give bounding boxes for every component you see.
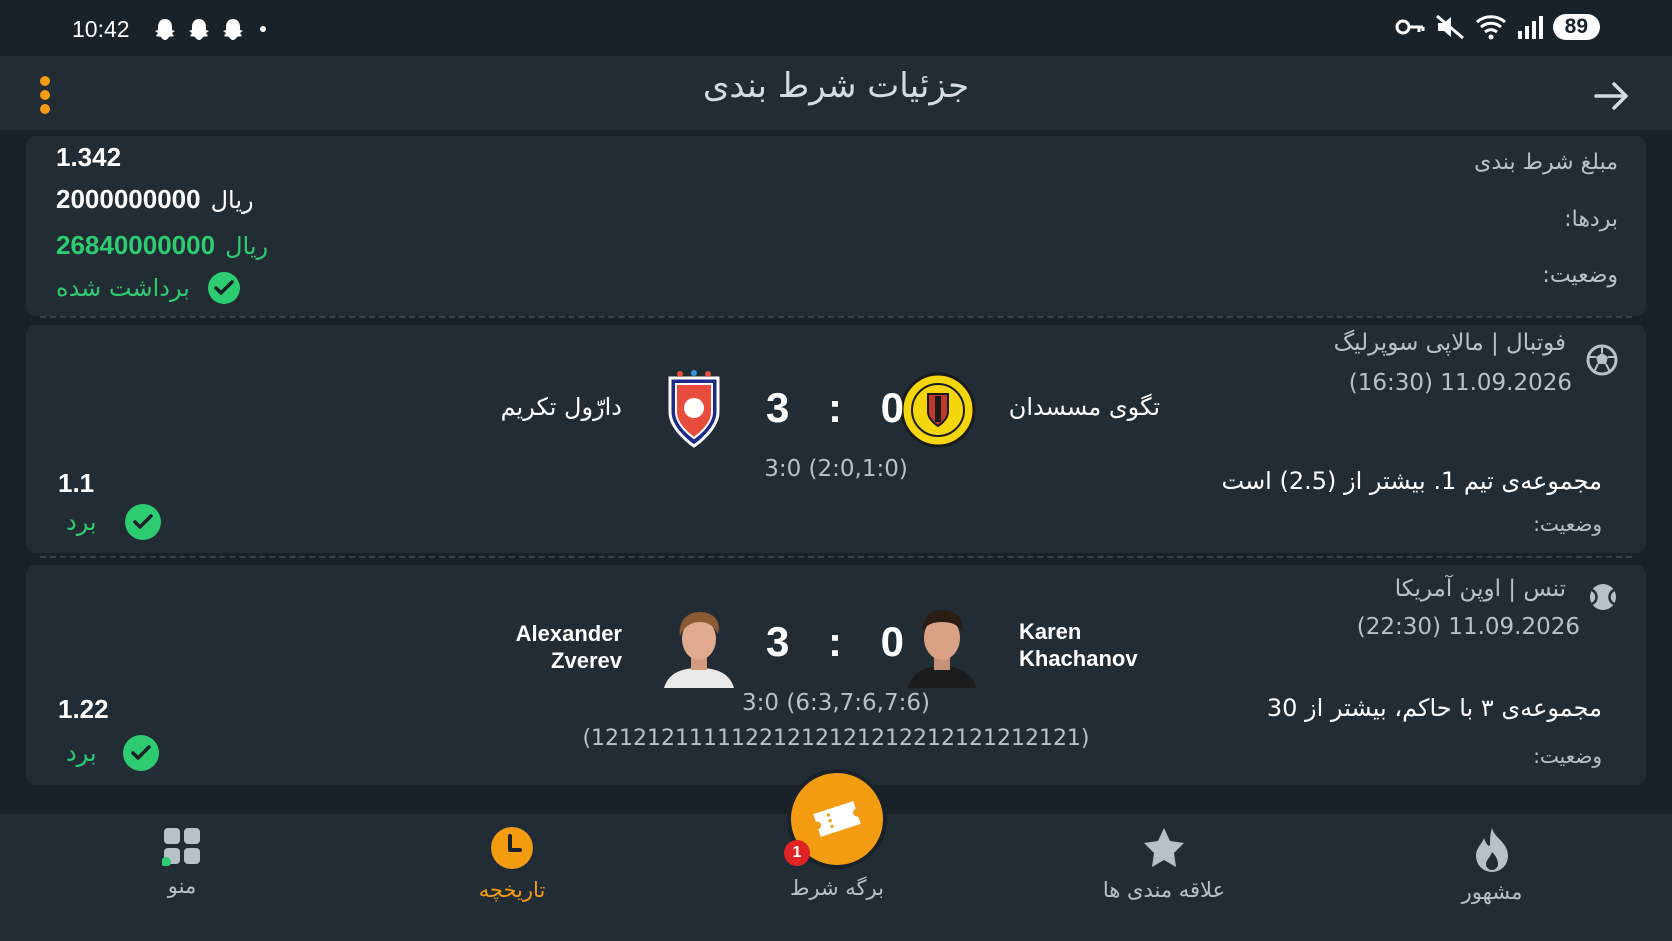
match-score: 3 : 0 bbox=[766, 384, 906, 432]
home-player-avatar bbox=[900, 604, 984, 692]
check-circle-icon bbox=[124, 504, 161, 540]
match-result: برد bbox=[66, 504, 161, 540]
away-score: 3 bbox=[766, 618, 792, 665]
bet-market: مجموعه‌ی ۳ با حاکم، بیشتر از 30 bbox=[1266, 694, 1602, 722]
ticket-icon bbox=[813, 801, 861, 837]
snapchat-ghost-icon bbox=[155, 19, 175, 40]
vpn-key-icon bbox=[1395, 19, 1425, 35]
arrow-right-icon bbox=[1594, 82, 1628, 110]
home-team-logo bbox=[900, 372, 976, 452]
away-player-avatar bbox=[660, 606, 738, 692]
home-score: 0 bbox=[880, 384, 906, 431]
stake-currency: ریال bbox=[210, 186, 254, 214]
stake-amount: 2000000000 ریال bbox=[56, 184, 254, 215]
winnings-label: بردها: bbox=[1564, 207, 1618, 232]
home-score: 0 bbox=[880, 618, 906, 665]
match-league: تنس | اوپن آمریکا bbox=[1394, 576, 1566, 602]
check-circle-icon bbox=[122, 735, 159, 771]
divider bbox=[40, 316, 1632, 318]
match-league: فوتبال | مالاپی سوپرلیگ bbox=[1333, 330, 1566, 356]
match-odds: 1.22 bbox=[58, 694, 109, 724]
notification-icons bbox=[152, 17, 266, 41]
away-team-name: دارّول تکریم bbox=[500, 393, 622, 421]
flame-icon bbox=[1472, 826, 1512, 872]
score-detail: 3:0 (6:3,7:6,7:6) bbox=[742, 690, 930, 716]
wifi-icon bbox=[1475, 15, 1506, 40]
result-label: برد bbox=[66, 508, 97, 536]
score-separator: : bbox=[828, 384, 844, 431]
match-datetime: (16:30) 11.09.2026 bbox=[1348, 370, 1572, 396]
page-title: جزئیات شرط بندی bbox=[702, 66, 970, 106]
snapchat-ghost-icon bbox=[223, 19, 243, 40]
away-score: 3 bbox=[766, 384, 792, 431]
nav-label: منو bbox=[167, 874, 197, 898]
stake-value: 2000000000 bbox=[56, 184, 201, 214]
check-circle-icon bbox=[207, 272, 240, 304]
nav-label: برگه شرط bbox=[790, 876, 884, 900]
winnings-amount: 26840000000 ریال bbox=[56, 230, 268, 261]
nav-item-popular[interactable]: مشهور bbox=[1392, 826, 1592, 904]
dot-icon bbox=[260, 26, 266, 32]
match-status-label: وضعیت: bbox=[1533, 744, 1602, 768]
match-datetime: (22:30) 11.09.2026 bbox=[1356, 614, 1580, 640]
stake-label: مبلغ شرط بندی bbox=[1474, 150, 1618, 175]
status-value: برداشت شده bbox=[56, 274, 190, 302]
back-button[interactable] bbox=[1592, 78, 1632, 118]
nav-label: مشهور bbox=[1461, 880, 1523, 904]
result-label: برد bbox=[66, 739, 97, 767]
snapchat-ghost-icon bbox=[189, 19, 209, 40]
nav-label: علاقه مندی ها bbox=[1102, 878, 1226, 902]
score-separator: : bbox=[828, 618, 844, 665]
soccer-ball-icon bbox=[1586, 344, 1618, 380]
system-status-icons: 89 bbox=[1395, 14, 1600, 40]
status-label: وضعیت: bbox=[1542, 263, 1618, 288]
clock-icon bbox=[490, 826, 534, 870]
winnings-currency: ریال bbox=[225, 232, 269, 260]
nav-item-menu[interactable]: منو bbox=[82, 826, 282, 898]
away-player-name: Alexander Zverev bbox=[515, 621, 622, 673]
bet-market: مجموعه‌ی تیم 1. بیشتر از (2.5) است bbox=[1221, 467, 1603, 495]
nav-item-favorites[interactable]: علاقه مندی ها bbox=[1064, 826, 1264, 902]
grid-icon bbox=[161, 826, 202, 867]
match-odds: 1.1 bbox=[58, 468, 95, 498]
point-sequence: (12121211111221212121212212121212121) bbox=[582, 726, 1090, 751]
divider bbox=[40, 556, 1632, 558]
status-time: 10:42 bbox=[72, 16, 130, 42]
star-icon bbox=[1142, 826, 1186, 870]
nav-label: تاریخچه bbox=[478, 878, 546, 902]
battery-level: 89 bbox=[1552, 14, 1600, 40]
bet-status: برداشت شده bbox=[56, 272, 240, 304]
home-team-name: تگوی مسسدان bbox=[1008, 393, 1160, 421]
match-status-label: وضعیت: bbox=[1533, 512, 1602, 536]
bet-summary-card bbox=[26, 136, 1646, 316]
signal-icon bbox=[1517, 16, 1543, 39]
away-team-logo bbox=[666, 370, 722, 454]
match-score: 3 : 0 bbox=[766, 618, 906, 666]
home-player-name: Karen Khachanov bbox=[1019, 619, 1138, 671]
match-result: برد bbox=[66, 735, 159, 771]
bet-slip-badge: 1 bbox=[784, 840, 810, 866]
score-detail: 3:0 (2:0,1:0) bbox=[764, 456, 908, 482]
tennis-ball-icon bbox=[1588, 582, 1618, 616]
total-odds: 1.342 bbox=[56, 142, 122, 172]
mute-icon bbox=[1435, 14, 1464, 40]
winnings-value: 26840000000 bbox=[56, 230, 216, 260]
nav-item-history[interactable]: تاریخچه bbox=[412, 826, 612, 902]
match-card[interactable] bbox=[26, 325, 1646, 553]
